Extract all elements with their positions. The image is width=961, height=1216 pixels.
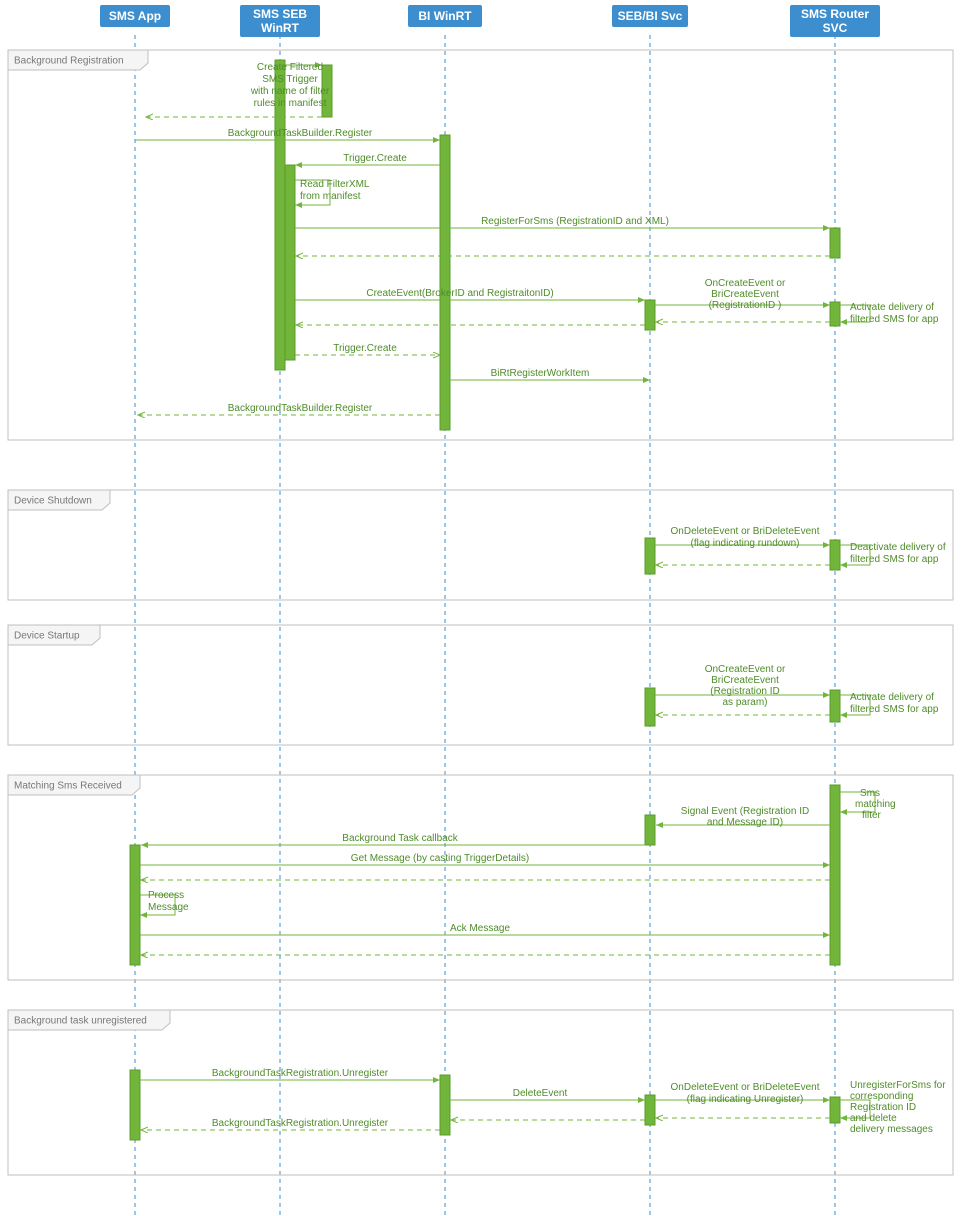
svg-text:filtered SMS for app: filtered SMS for app <box>850 314 939 325</box>
participant-sms-router-svc: SMS Router SVC <box>790 5 880 37</box>
participant-sms-seb-winrt: SMS SEB WinRT <box>240 5 320 37</box>
frame-device-shutdown: Device Shutdown OnDeleteEvent or BriDele… <box>8 490 953 600</box>
svg-text:Trigger.Create: Trigger.Create <box>333 343 397 354</box>
svg-text:BriCreateEvent: BriCreateEvent <box>711 289 779 300</box>
svg-text:BackgroundTaskBuilder.Register: BackgroundTaskBuilder.Register <box>228 403 373 414</box>
svg-text:filter: filter <box>862 810 882 821</box>
svg-text:BackgroundTaskRegistration.Unr: BackgroundTaskRegistration.Unregister <box>212 1068 389 1079</box>
svg-text:CreateEvent(BrokerID and Regis: CreateEvent(BrokerID and RegistraitonID) <box>366 288 553 299</box>
svg-text:Message: Message <box>148 902 189 913</box>
svg-text:BiRtRegisterWorkItem: BiRtRegisterWorkItem <box>491 368 590 379</box>
svg-text:SMS App: SMS App <box>109 9 161 23</box>
svg-text:Create Filtered: Create Filtered <box>257 62 323 73</box>
svg-text:Background Registration: Background Registration <box>14 56 124 67</box>
svg-text:OnDeleteEvent or BriDeleteEven: OnDeleteEvent or BriDeleteEvent <box>671 526 820 537</box>
svg-text:SEB/BI Svc: SEB/BI Svc <box>618 9 683 23</box>
svg-text:DeleteEvent: DeleteEvent <box>513 1088 568 1099</box>
participant-sms-app: SMS App <box>100 5 170 27</box>
svg-text:corresponding: corresponding <box>850 1091 913 1102</box>
svg-text:Device Startup: Device Startup <box>14 631 80 642</box>
svg-text:delivery messages: delivery messages <box>850 1124 933 1135</box>
svg-text:Matching Sms Received: Matching Sms Received <box>14 781 122 792</box>
svg-text:rules in manifest: rules in manifest <box>254 98 327 109</box>
svg-text:SMS Router: SMS Router <box>801 7 869 21</box>
svg-text:and Message ID): and Message ID) <box>707 817 783 828</box>
svg-text:(flag indicating Unregister): (flag indicating Unregister) <box>687 1094 804 1105</box>
svg-text:(Registration ID: (Registration ID <box>710 686 779 697</box>
svg-text:UnregisterForSms for: UnregisterForSms for <box>850 1080 946 1091</box>
svg-text:Activate delivery of: Activate delivery of <box>850 302 934 313</box>
svg-text:filtered SMS for app: filtered SMS for app <box>850 704 939 715</box>
svg-text:BI WinRT: BI WinRT <box>418 9 472 23</box>
svg-text:Process: Process <box>148 890 184 901</box>
svg-text:(flag indicating rundown): (flag indicating rundown) <box>691 538 800 549</box>
participant-seb-bi-svc: SEB/BI Svc <box>612 5 688 27</box>
frame-matching-sms-received: Matching Sms Received Sms matching filte… <box>8 775 953 980</box>
svg-text:Ack Message: Ack Message <box>450 923 510 934</box>
svg-text:Signal Event (Registration ID: Signal Event (Registration ID <box>681 806 809 817</box>
sequence-diagram: SMS App SMS SEB WinRT BI WinRT SEB/BI Sv… <box>0 0 961 1216</box>
svg-text:WinRT: WinRT <box>261 21 300 35</box>
svg-text:matching: matching <box>855 799 896 810</box>
svg-text:and delete: and delete <box>850 1113 897 1124</box>
svg-text:SMS SEB: SMS SEB <box>253 7 307 21</box>
svg-text:RegisterForSms (RegistrationID: RegisterForSms (RegistrationID and XML) <box>481 216 669 227</box>
svg-text:Registration ID: Registration ID <box>850 1102 916 1113</box>
svg-text:with name of filter: with name of filter <box>250 86 330 97</box>
frame-background-registration: Background Registration Create Filtered … <box>8 50 953 440</box>
svg-text:Activate delivery of: Activate delivery of <box>850 692 934 703</box>
svg-text:OnDeleteEvent or BriDeleteEven: OnDeleteEvent or BriDeleteEvent <box>671 1082 820 1093</box>
svg-text:as param): as param) <box>722 697 767 708</box>
svg-text:from manifest: from manifest <box>300 191 361 202</box>
frame-background-task-unregistered: Background task unregistered BackgroundT… <box>8 1010 953 1175</box>
svg-text:Trigger.Create: Trigger.Create <box>343 153 407 164</box>
svg-text:SVC: SVC <box>823 21 848 35</box>
svg-text:SMS Trigger: SMS Trigger <box>262 74 318 85</box>
svg-text:BriCreateEvent: BriCreateEvent <box>711 675 779 686</box>
svg-text:Background task unregistered: Background task unregistered <box>14 1016 147 1027</box>
participant-bi-winrt: BI WinRT <box>408 5 482 27</box>
svg-text:Get Message (by casting Trigge: Get Message (by casting TriggerDetails) <box>351 853 529 864</box>
svg-text:Sms: Sms <box>860 788 880 799</box>
svg-text:Device Shutdown: Device Shutdown <box>14 496 92 507</box>
frame-device-startup: Device Startup OnCreateEvent or BriCreat… <box>8 625 953 745</box>
svg-text:BackgroundTaskRegistration.Unr: BackgroundTaskRegistration.Unregister <box>212 1118 389 1129</box>
svg-text:BackgroundTaskBuilder.Register: BackgroundTaskBuilder.Register <box>228 128 373 139</box>
svg-text:Read FilterXML: Read FilterXML <box>300 179 370 190</box>
svg-text:OnCreateEvent or: OnCreateEvent or <box>705 664 786 675</box>
svg-text:Background Task callback: Background Task callback <box>342 833 458 844</box>
svg-text:OnCreateEvent or: OnCreateEvent or <box>705 278 786 289</box>
svg-text:filtered SMS for app: filtered SMS for app <box>850 554 939 565</box>
svg-text:(RegistrationID ): (RegistrationID ) <box>709 300 782 311</box>
svg-text:Deactivate delivery of: Deactivate delivery of <box>850 542 946 553</box>
